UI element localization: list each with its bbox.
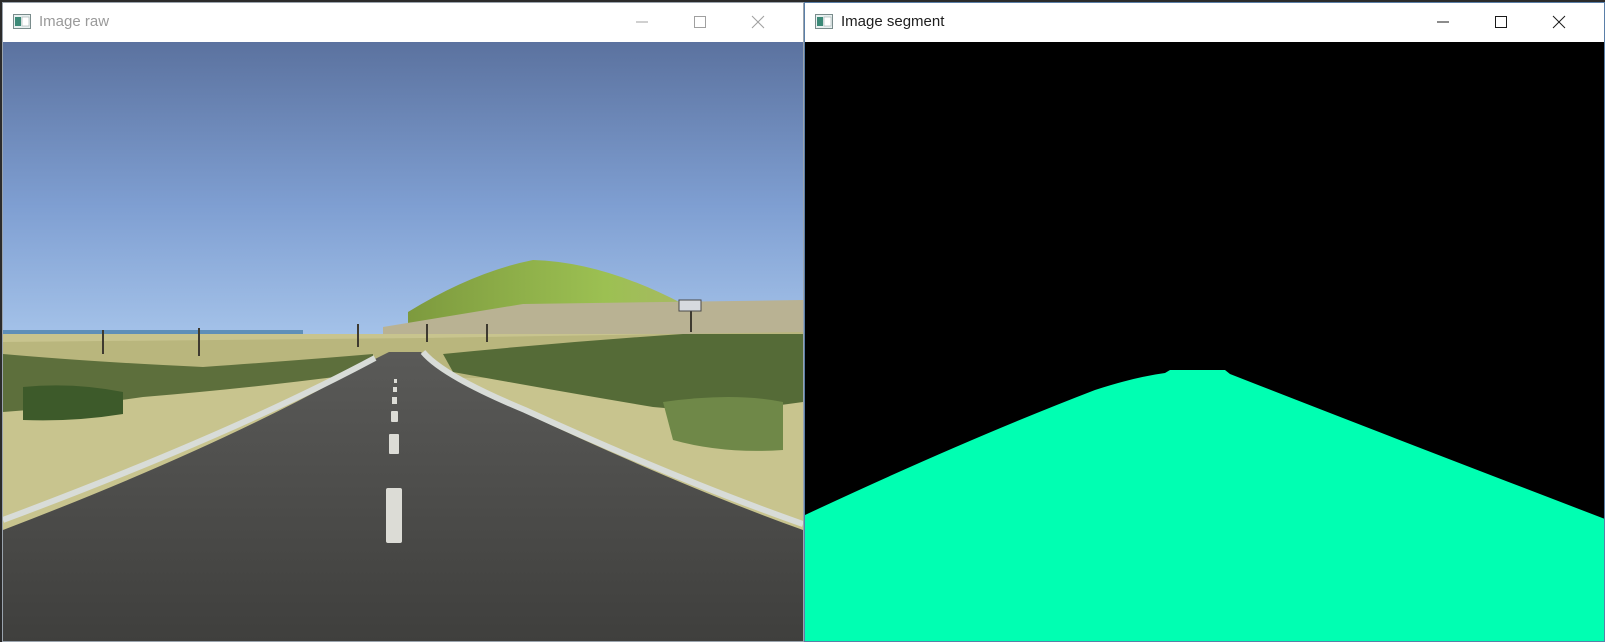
close-button[interactable]: [730, 3, 788, 42]
maximize-button[interactable]: [1473, 3, 1531, 42]
close-icon: [1552, 15, 1566, 29]
segmentation-mask-image: [805, 42, 1604, 641]
image-raw-window[interactable]: Image raw: [2, 2, 804, 642]
close-button[interactable]: [1531, 3, 1589, 42]
opencv-window-icon: [815, 14, 833, 29]
maximize-icon: [694, 16, 706, 28]
raw-image-view: [3, 42, 803, 641]
opencv-window-icon: [13, 14, 31, 29]
window-title: Image segment: [841, 13, 945, 30]
minimize-button[interactable]: [1415, 3, 1473, 42]
segment-image-view: [805, 42, 1604, 641]
title-bar[interactable]: Image segment: [805, 3, 1604, 42]
maximize-button[interactable]: [672, 3, 730, 42]
close-icon: [751, 15, 765, 29]
minimize-icon: [636, 21, 648, 23]
window-title: Image raw: [39, 13, 110, 30]
minimize-icon: [1437, 21, 1449, 23]
minimize-button[interactable]: [614, 3, 672, 42]
title-bar[interactable]: Image raw: [3, 3, 803, 42]
road-scene-image: [3, 42, 803, 641]
maximize-icon: [1495, 16, 1507, 28]
image-segment-window[interactable]: Image segment: [804, 2, 1605, 642]
